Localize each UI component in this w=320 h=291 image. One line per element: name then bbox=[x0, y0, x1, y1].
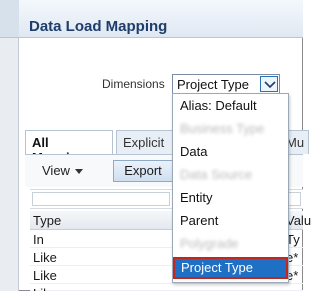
left-panel-strip bbox=[0, 0, 19, 291]
dropdown-option-selected[interactable]: Project Type bbox=[173, 257, 288, 279]
dropdown-option[interactable]: Alias: Default bbox=[173, 95, 288, 117]
dropdown-option[interactable]: Data bbox=[173, 141, 288, 163]
panel-header: Data Load Mapping bbox=[19, 0, 303, 38]
dimensions-select[interactable]: Project Type bbox=[172, 74, 280, 94]
dropdown-option[interactable]: Business Type bbox=[173, 118, 288, 140]
tab-all-mappings[interactable]: All Mappings bbox=[25, 130, 113, 165]
dropdown-option[interactable]: Polygrade bbox=[173, 233, 288, 255]
dimensions-dropdown-list: Alias: Default Business Type Data Data S… bbox=[172, 93, 289, 283]
value-filter-input[interactable] bbox=[287, 192, 301, 206]
left-panel-header bbox=[0, 0, 19, 38]
dropdown-option[interactable]: Data Source bbox=[173, 164, 288, 186]
cell-type: Like bbox=[33, 286, 57, 291]
tab-explicit[interactable]: Explicit bbox=[116, 130, 176, 154]
dimensions-selected-value: Project Type bbox=[177, 77, 250, 92]
view-menu-button[interactable]: View bbox=[42, 163, 83, 178]
dimensions-label: Dimensions bbox=[102, 77, 165, 91]
caret-down-icon bbox=[74, 169, 83, 175]
cell-type: Like bbox=[33, 268, 57, 283]
cell-type: In bbox=[33, 232, 44, 247]
table-row[interactable]: Like bbox=[30, 284, 303, 291]
page-title: Data Load Mapping bbox=[29, 18, 168, 35]
column-header-value[interactable]: Valu bbox=[286, 213, 311, 228]
dropdown-option[interactable]: Parent bbox=[173, 210, 288, 232]
export-button[interactable]: Export bbox=[113, 160, 173, 182]
chevron-down-icon[interactable] bbox=[260, 76, 278, 92]
dropdown-option[interactable]: Entity bbox=[173, 187, 288, 209]
type-filter-input[interactable] bbox=[32, 192, 170, 206]
cell-type: Like bbox=[33, 250, 57, 265]
column-header-type[interactable]: Type bbox=[33, 213, 61, 228]
